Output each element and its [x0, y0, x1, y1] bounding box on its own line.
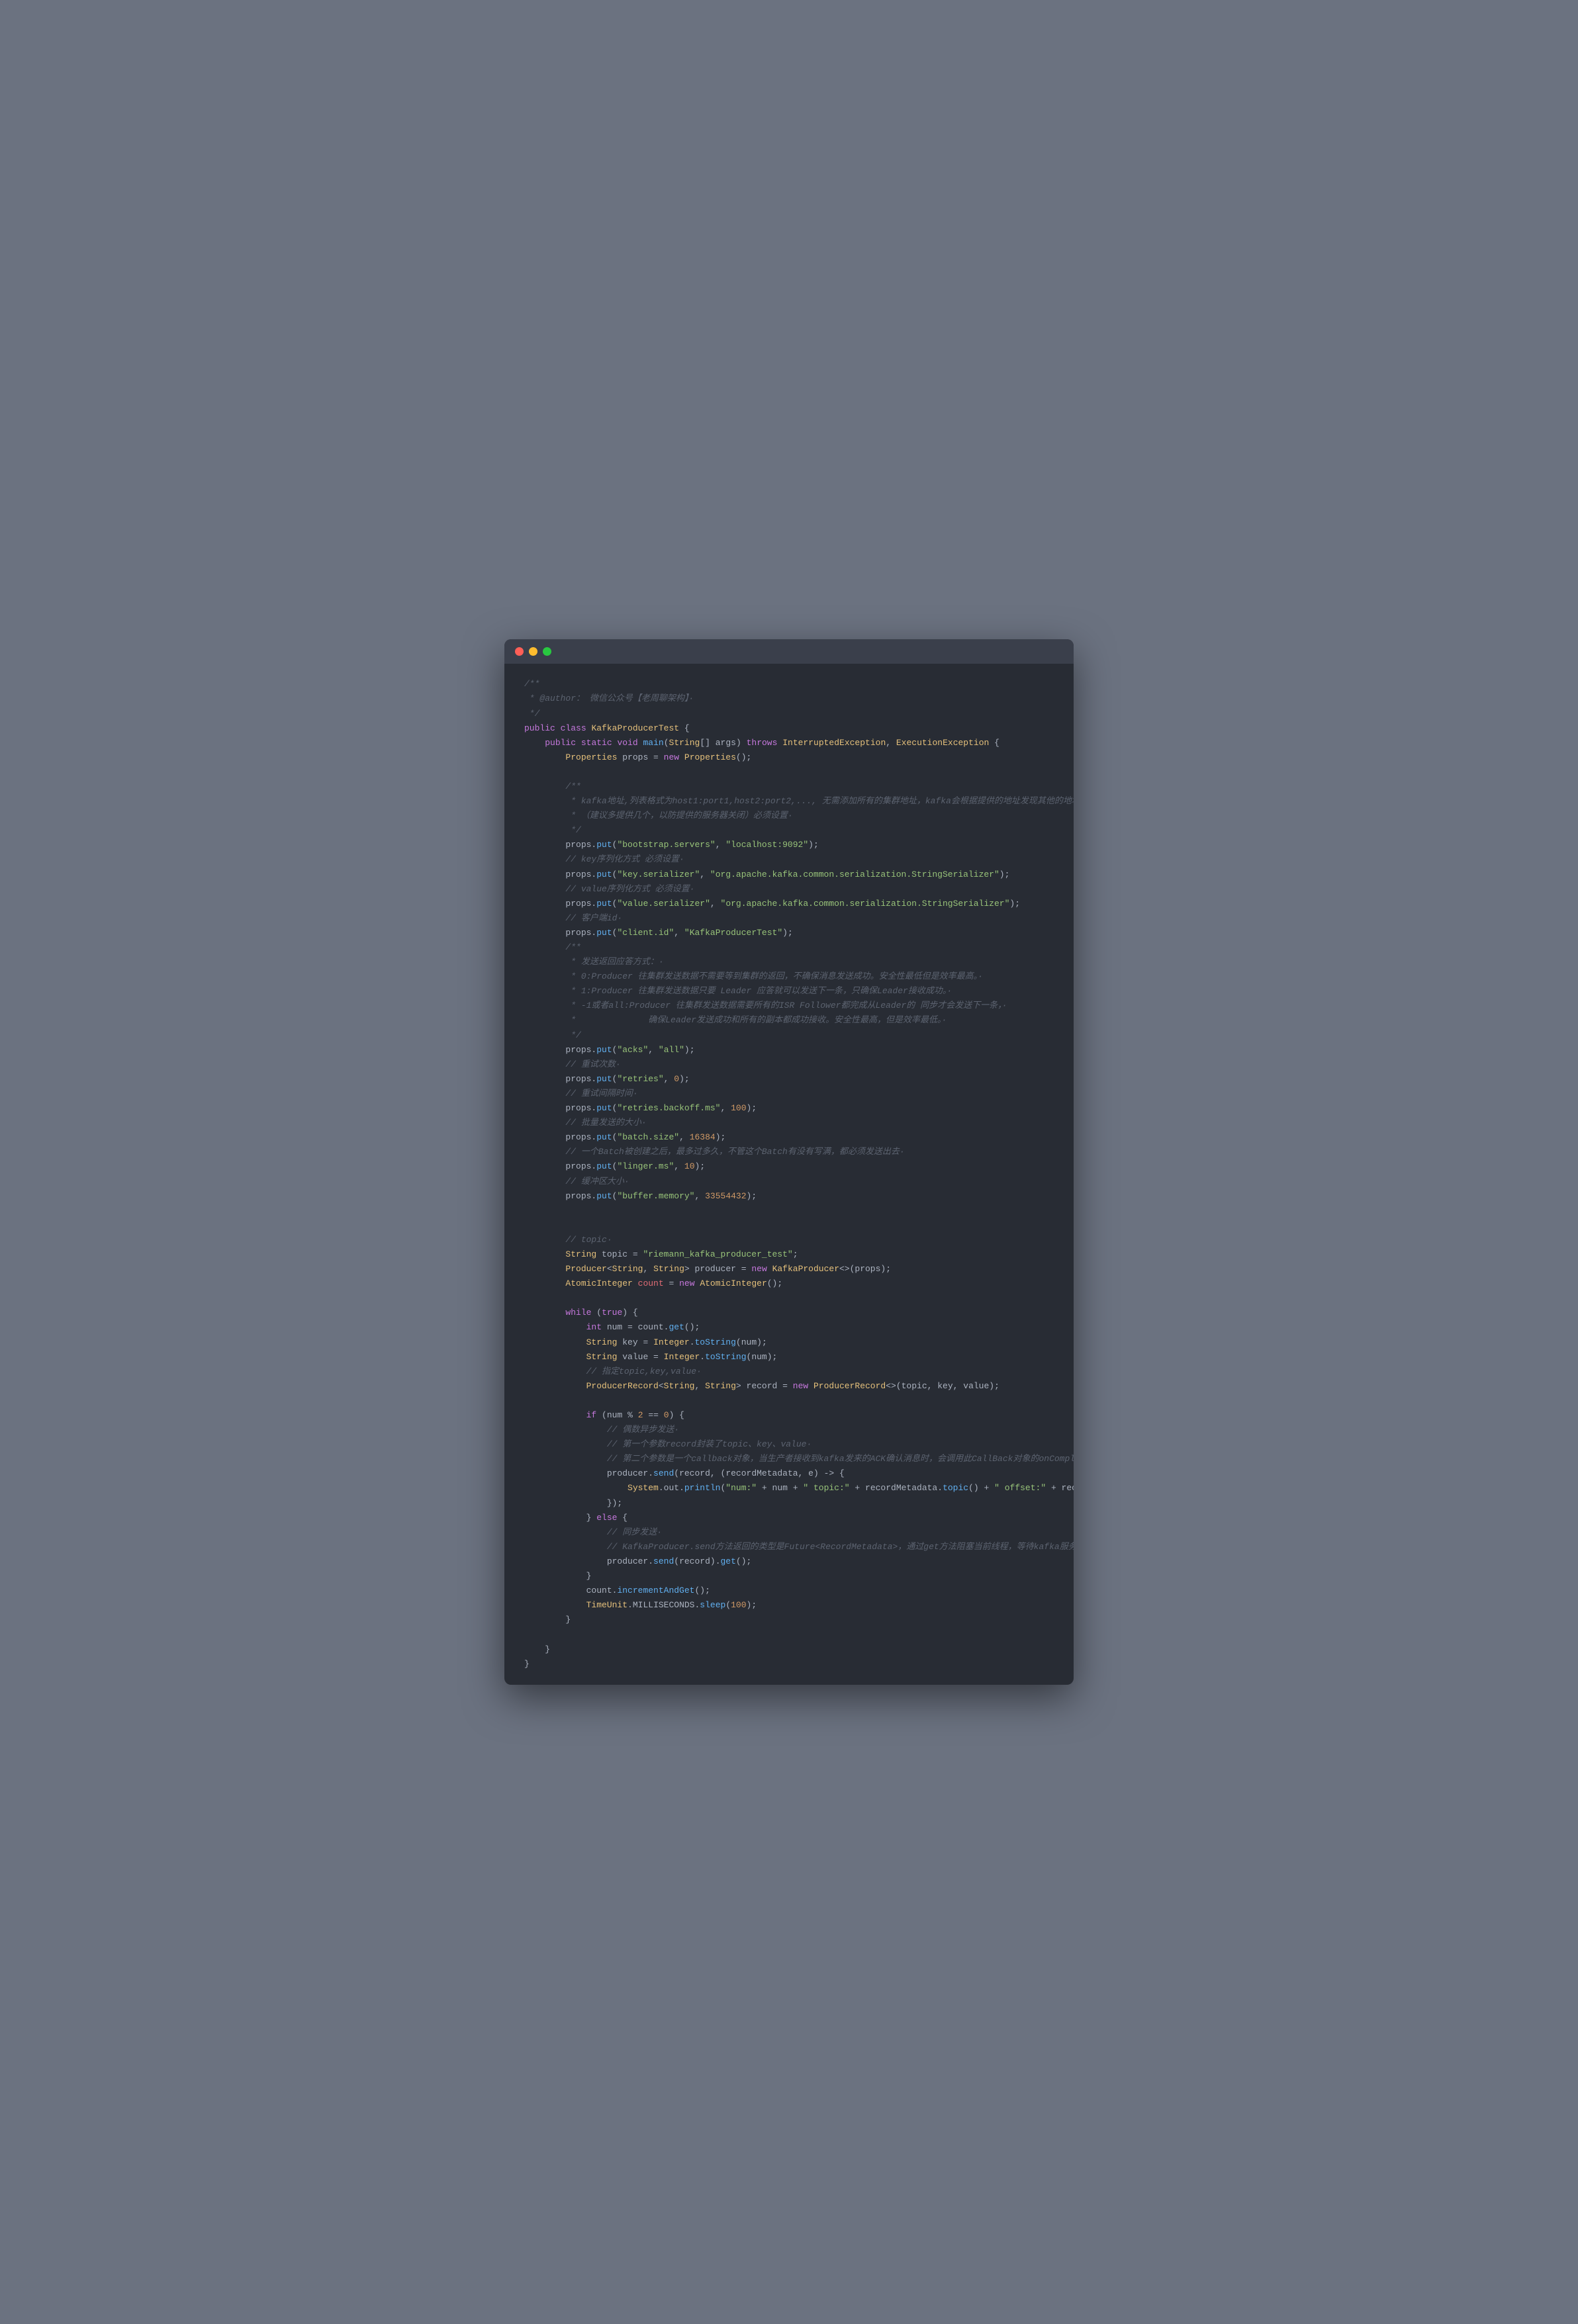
line: public static void main(String[] args) t… — [524, 736, 1054, 750]
titlebar — [504, 639, 1074, 664]
line: Properties props = new Properties(); — [524, 750, 1054, 765]
line: String value = Integer.toString(num); — [524, 1350, 1054, 1364]
line: /** — [524, 780, 1054, 794]
line — [524, 1291, 1054, 1306]
line: // 缓冲区大小· — [524, 1175, 1054, 1189]
line: String topic = "riemann_kafka_producer_t… — [524, 1247, 1054, 1262]
line: // 同步发送· — [524, 1525, 1054, 1540]
line: // 批量发送的大小· — [524, 1116, 1054, 1130]
line: } — [524, 1569, 1054, 1584]
line — [524, 765, 1054, 780]
line: ProducerRecord<String, String> record = … — [524, 1379, 1054, 1394]
line: props.put("retries.backoff.ms", 100); — [524, 1101, 1054, 1116]
line: // 客户端id· — [524, 911, 1054, 926]
line: } else { — [524, 1511, 1054, 1525]
code-block: /** * @author： 微信公众号【老周聊架构】· */ public c… — [504, 677, 1074, 1671]
line: count.incrementAndGet(); — [524, 1584, 1054, 1598]
line: while (true) { — [524, 1306, 1054, 1320]
line: } — [524, 1642, 1054, 1657]
line: props.put("value.serializer", "org.apach… — [524, 897, 1054, 911]
line: if (num % 2 == 0) { — [524, 1408, 1054, 1423]
line: // 指定topic,key,value· — [524, 1364, 1054, 1379]
line: producer.send(record, (recordMetadata, e… — [524, 1466, 1054, 1481]
line: * @author： 微信公众号【老周聊架构】· — [524, 692, 1054, 706]
line: int num = count.get(); — [524, 1320, 1054, 1335]
close-button[interactable] — [515, 647, 524, 656]
line — [524, 1218, 1054, 1233]
line: /** — [524, 940, 1054, 955]
line: // 第二个参数是一个callback对象，当生产者接收到kafka发来的ACK… — [524, 1452, 1054, 1466]
line: props.put("linger.ms", 10); — [524, 1159, 1054, 1174]
line: // 重试次数· — [524, 1057, 1054, 1072]
minimize-button[interactable] — [529, 647, 537, 656]
line: * -1或者all:Producer 往集群发送数据需要所有的ISR Follo… — [524, 999, 1054, 1013]
line: // topic· — [524, 1233, 1054, 1247]
line: // 第一个参数record封装了topic、key、value· — [524, 1437, 1054, 1452]
line: producer.send(record).get(); — [524, 1554, 1054, 1569]
line: * 1:Producer 往集群发送数据只要 Leader 应答就可以发送下一条… — [524, 984, 1054, 999]
line: String key = Integer.toString(num); — [524, 1335, 1054, 1350]
line — [524, 1394, 1054, 1408]
maximize-button[interactable] — [543, 647, 551, 656]
line: props.put("retries", 0); — [524, 1072, 1054, 1087]
line: // 重试间隔时间· — [524, 1087, 1054, 1101]
line: * （建议多提供几个，以防提供的服务器关闭）必须设置· — [524, 809, 1054, 823]
line: } — [524, 1613, 1054, 1627]
line: props.put("batch.size", 16384); — [524, 1130, 1054, 1145]
line: props.put("acks", "all"); — [524, 1043, 1054, 1057]
line: * 发送返回应答方式：· — [524, 955, 1054, 969]
line: public class KafkaProducerTest { — [524, 721, 1054, 736]
line — [524, 1627, 1054, 1642]
code-container: /** * @author： 微信公众号【老周聊架构】· */ public c… — [504, 664, 1074, 1684]
line: * kafka地址,列表格式为host1:port1,host2:port2,.… — [524, 794, 1054, 809]
line: // KafkaProducer.send方法返回的类型是Future<Reco… — [524, 1540, 1054, 1554]
line — [524, 1204, 1054, 1218]
line: * 确保Leader发送成功和所有的副本都成功接收。安全性最高，但是效率最低。· — [524, 1013, 1054, 1028]
line: /** — [524, 677, 1054, 692]
line: // key序列化方式 必须设置· — [524, 852, 1054, 867]
line: */ — [524, 707, 1054, 721]
line: // 偶数异步发送· — [524, 1423, 1054, 1437]
line: // value序列化方式 必须设置· — [524, 882, 1054, 897]
line: */ — [524, 1028, 1054, 1043]
line: */ — [524, 823, 1054, 838]
line: }); — [524, 1496, 1054, 1511]
line: System.out.println("num:" + num + " topi… — [524, 1481, 1054, 1496]
line: Producer<String, String> producer = new … — [524, 1262, 1054, 1276]
line: props.put("buffer.memory", 33554432); — [524, 1189, 1054, 1204]
line: props.put("key.serializer", "org.apache.… — [524, 868, 1054, 882]
line: AtomicInteger count = new AtomicInteger(… — [524, 1276, 1054, 1291]
line: * 0:Producer 往集群发送数据不需要等到集群的返回，不确保消息发送成功… — [524, 969, 1054, 984]
line: } — [524, 1657, 1054, 1672]
line: props.put("bootstrap.servers", "localhos… — [524, 838, 1054, 852]
line: // 一个Batch被创建之后，最多过多久，不管这个Batch有没有写满，都必须… — [524, 1145, 1054, 1159]
line: props.put("client.id", "KafkaProducerTes… — [524, 926, 1054, 940]
line: TimeUnit.MILLISECONDS.sleep(100); — [524, 1598, 1054, 1613]
code-editor-window: /** * @author： 微信公众号【老周聊架构】· */ public c… — [504, 639, 1074, 1684]
